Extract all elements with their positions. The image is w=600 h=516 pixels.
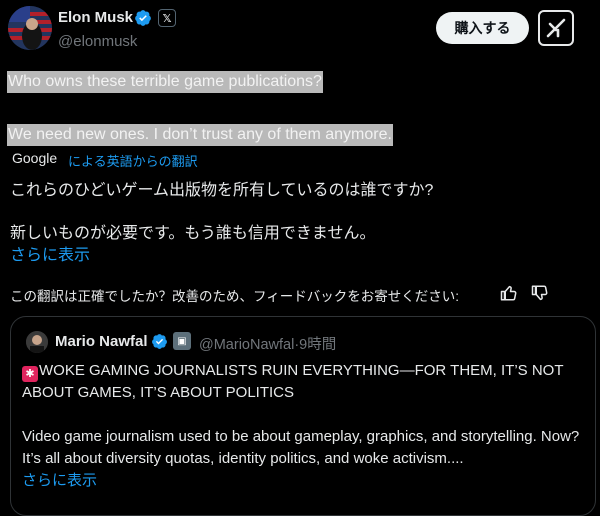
thumbs-down-icon[interactable] [531,284,549,302]
x-affiliation-icon: 𝕏 [158,9,176,27]
verified-icon [135,10,151,26]
thumbs-up-icon[interactable] [500,284,518,302]
quote-show-more-link[interactable]: さらに表示 [22,469,97,490]
avatar-image [8,6,52,50]
grok-slash-icon [546,18,566,38]
translated-line-2: 新しいものが必要です。もう誰も信用できません。 [10,225,376,242]
quote-body: Video game journalism used to be about g… [22,428,580,467]
subscribe-button[interactable]: 購入する [436,12,529,44]
author-name[interactable]: Elon Musk [58,9,133,26]
google-logo: Google [12,150,58,166]
translation-source-link[interactable]: による英語からの翻訳 [68,151,198,170]
translation-feedback-prompt: この翻訳は正確でしたか？改善のため、フィードバックをお寄せください: [10,289,459,304]
quote-avatar-image [26,331,48,353]
author-avatar[interactable] [8,6,52,50]
quote-meta: @MarioNawfal·9時間 [199,333,336,354]
quote-affiliate-badge-icon: ▣ [173,332,191,350]
quote-headline: ✱ WOKE GAMING JOURNALISTS RUIN EVERYTHING… [22,360,582,404]
rotating-light-icon: ✱ [22,366,38,382]
quote-timestamp[interactable]: 9時間 [299,337,336,353]
quote-avatar[interactable] [26,331,48,353]
quote-verified-icon [152,334,167,349]
author-handle[interactable]: @elonmusk [58,33,137,50]
grok-icon[interactable] [538,10,574,46]
post-original-line-2: We need new ones. I don’t trust any of t… [7,124,393,146]
quote-author-name[interactable]: Mario Nawfal [55,333,148,350]
post-original-line-1: Who owns these terrible game publication… [7,71,323,93]
show-more-link[interactable]: さらに表示 [10,241,90,265]
quote-author-handle[interactable]: @MarioNawfal [199,337,294,353]
quote-headline-text: WOKE GAMING JOURNALISTS RUIN EVERYTHING—… [22,362,564,401]
translated-line-1: これらのひどいゲーム出版物を所有しているのは誰ですか? [10,182,434,199]
